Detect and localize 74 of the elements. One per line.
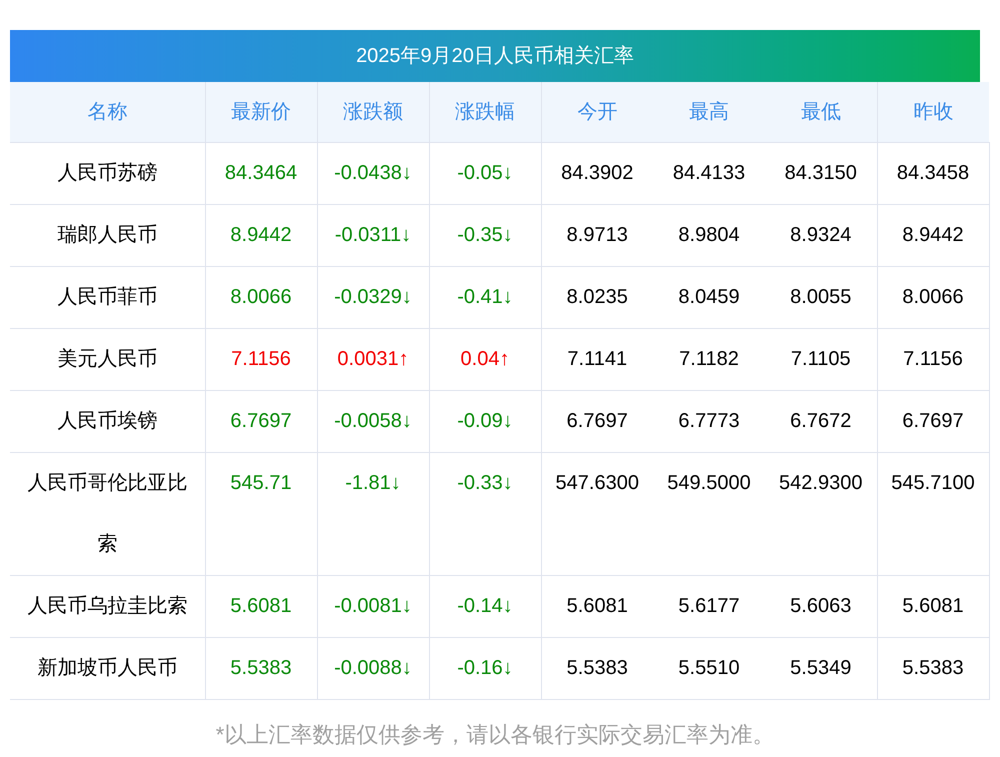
- rate-cell: -0.0081↓: [317, 575, 429, 637]
- rate-cell: 5.5349: [765, 637, 877, 699]
- rate-cell: 5.5383: [541, 637, 653, 699]
- column-header: 涨跌额: [317, 82, 429, 142]
- rate-cell: -0.0329↓: [317, 266, 429, 328]
- rate-cell: 6.7773: [653, 390, 765, 452]
- rate-cell: 84.3902: [541, 142, 653, 204]
- currency-pair-name: 新加坡币人民币: [10, 637, 205, 699]
- rate-cell: 8.0055: [765, 266, 877, 328]
- rate-cell: 8.0459: [653, 266, 765, 328]
- rate-cell: 8.0066: [205, 266, 317, 328]
- rate-cell: 7.1182: [653, 328, 765, 390]
- table-title: 2025年9月20日人民币相关汇率: [10, 30, 980, 82]
- currency-pair-name: 人民币埃镑: [10, 390, 205, 452]
- rate-cell: 7.1141: [541, 328, 653, 390]
- column-header: 涨跌幅: [429, 82, 541, 142]
- rate-cell: 6.7697: [877, 390, 989, 452]
- rate-cell: 84.3458: [877, 142, 989, 204]
- rate-cell: 5.6081: [877, 575, 989, 637]
- rate-cell: -0.0058↓: [317, 390, 429, 452]
- rate-cell: 8.9324: [765, 204, 877, 266]
- rate-cell: -1.81↓: [317, 452, 429, 575]
- rate-cell: 5.6177: [653, 575, 765, 637]
- rate-cell: 84.4133: [653, 142, 765, 204]
- rate-cell: 8.9442: [877, 204, 989, 266]
- rate-cell: -0.05↓: [429, 142, 541, 204]
- rate-cell: 8.9804: [653, 204, 765, 266]
- column-header: 名称: [10, 82, 205, 142]
- rate-cell: 7.1105: [765, 328, 877, 390]
- rate-cell: -0.33↓: [429, 452, 541, 575]
- rate-cell: 5.6081: [205, 575, 317, 637]
- rate-cell: -0.14↓: [429, 575, 541, 637]
- rate-cell: 7.1156: [205, 328, 317, 390]
- rate-cell: 8.9713: [541, 204, 653, 266]
- currency-pair-name: 美元人民币: [10, 328, 205, 390]
- rate-cell: -0.0088↓: [317, 637, 429, 699]
- rate-cell: 542.9300: [765, 452, 877, 575]
- rate-cell: -0.35↓: [429, 204, 541, 266]
- rate-cell: -0.09↓: [429, 390, 541, 452]
- rate-cell: 5.5510: [653, 637, 765, 699]
- currency-pair-name: 人民币菲币: [10, 266, 205, 328]
- currency-pair-name: 瑞郎人民币: [10, 204, 205, 266]
- rate-cell: 8.0066: [877, 266, 989, 328]
- column-header: 最低: [765, 82, 877, 142]
- rate-cell: 8.9442: [205, 204, 317, 266]
- rate-cell: -0.16↓: [429, 637, 541, 699]
- rate-cell: 545.71: [205, 452, 317, 575]
- rate-cell: 6.7697: [541, 390, 653, 452]
- footnote: *以上汇率数据仅供参考，请以各银行实际交易汇率为准。: [214, 720, 776, 748]
- rate-cell: -0.0311↓: [317, 204, 429, 266]
- rate-cell: 5.6063: [765, 575, 877, 637]
- rate-cell: -0.41↓: [429, 266, 541, 328]
- rate-cell: 6.7697: [205, 390, 317, 452]
- column-header: 最高: [653, 82, 765, 142]
- rate-cell: 547.6300: [541, 452, 653, 575]
- currency-pair-name: 人民币乌拉圭比索: [10, 575, 205, 637]
- rate-cell: 549.5000: [653, 452, 765, 575]
- currency-pair-name: 人民币哥伦比亚比索: [10, 452, 205, 575]
- rate-cell: 6.7672: [765, 390, 877, 452]
- rate-cell: 84.3150: [765, 142, 877, 204]
- column-header: 今开: [541, 82, 653, 142]
- rate-cell: 7.1156: [877, 328, 989, 390]
- currency-pair-name: 人民币苏磅: [10, 142, 205, 204]
- rate-cell: 5.6081: [541, 575, 653, 637]
- rate-cell: 5.5383: [877, 637, 989, 699]
- rate-cell: 84.3464: [205, 142, 317, 204]
- column-header: 昨收: [877, 82, 989, 142]
- rate-cell: 0.04↑: [429, 328, 541, 390]
- rate-cell: 0.0031↑: [317, 328, 429, 390]
- column-header: 最新价: [205, 82, 317, 142]
- rate-cell: 5.5383: [205, 637, 317, 699]
- rate-cell: 8.0235: [541, 266, 653, 328]
- rate-cell: -0.0438↓: [317, 142, 429, 204]
- rate-cell: 545.7100: [877, 452, 989, 575]
